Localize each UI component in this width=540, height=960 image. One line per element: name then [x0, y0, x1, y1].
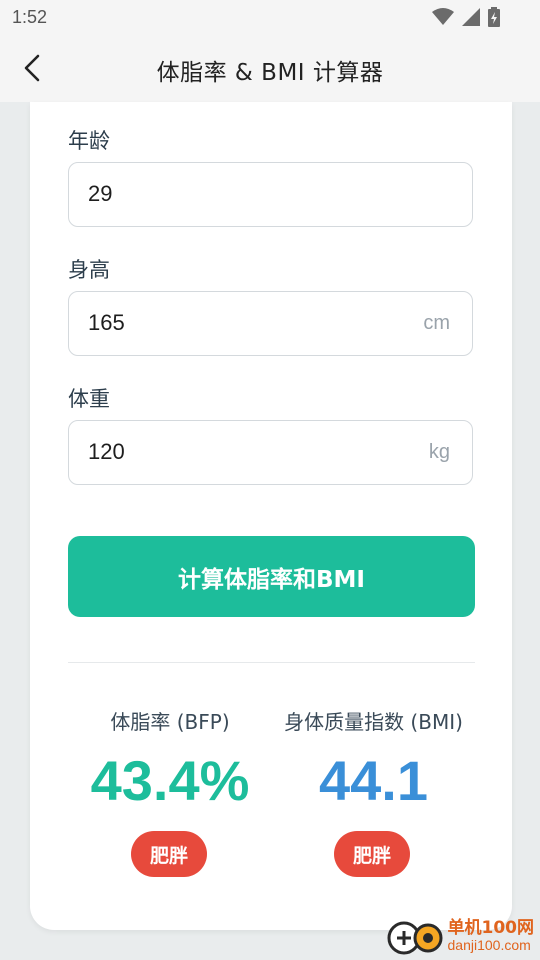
height-label: 身高 — [68, 258, 110, 282]
watermark-cn: 单机100网 — [447, 917, 535, 938]
battery-icon — [488, 7, 500, 27]
bmi-label: 身体质量指数 (BMI) — [284, 710, 463, 734]
age-field[interactable]: 29 — [68, 162, 473, 227]
height-field[interactable]: 165 cm — [68, 291, 473, 356]
signal-icon — [462, 8, 480, 26]
app-bar: 体脂率 & BMI 计算器 — [0, 36, 540, 102]
page-title: 体脂率 & BMI 计算器 — [156, 60, 384, 86]
divider — [68, 662, 475, 663]
weight-field[interactable]: 120 kg — [68, 420, 473, 485]
age-label: 年龄 — [68, 129, 110, 153]
status-icons — [432, 7, 500, 27]
weight-label: 体重 — [68, 387, 110, 411]
watermark-logo-icon — [387, 921, 442, 955]
wifi-icon — [432, 8, 454, 25]
status-bar: 1:52 — [0, 0, 540, 36]
bmi-status-badge: 肥胖 — [334, 831, 410, 877]
calculate-button[interactable]: 计算体脂率和BMI — [68, 536, 475, 617]
bfp-label: 体脂率 (BFP) — [110, 710, 230, 734]
height-unit: cm — [423, 312, 450, 334]
weight-unit: kg — [428, 441, 450, 463]
watermark-en: danji100.com — [447, 936, 531, 953]
age-value: 29 — [88, 181, 113, 206]
height-value: 165 — [88, 310, 125, 335]
watermark: 单机100网 danji100.com — [386, 916, 535, 956]
bfp-status-badge: 肥胖 — [131, 831, 207, 877]
bfp-value: 43.4% — [90, 749, 250, 812]
status-time: 1:52 — [12, 7, 48, 27]
weight-value: 120 — [88, 439, 125, 464]
bmi-value: 44.1 — [319, 749, 428, 812]
